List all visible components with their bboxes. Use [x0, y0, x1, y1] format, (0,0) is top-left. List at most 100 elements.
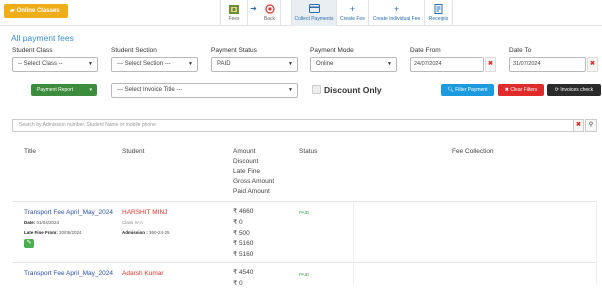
late-fine-from-label: Late Fine From:: [24, 230, 58, 235]
fee-date-label: Date:: [24, 220, 36, 225]
student-class: Class IV-A: [122, 220, 144, 225]
clear-filters-label: Clear Filters: [510, 87, 538, 93]
student-class-label: Student Class: [12, 47, 53, 54]
search-input[interactable]: Search by Admission number, Student Name…: [12, 119, 584, 132]
plus-icon: +: [349, 4, 356, 14]
clear-search-button[interactable]: ✖: [573, 119, 584, 132]
search-icon: ⚲: [588, 122, 594, 128]
payment-report-button[interactable]: Payment Report ▾: [31, 84, 97, 96]
fee-date: Date: 01/04/2024: [24, 220, 59, 225]
date-to-input[interactable]: 31/07/2024: [509, 57, 586, 72]
clear-filters-button[interactable]: ✖ Clear Filters: [498, 84, 544, 96]
invoices-check-button[interactable]: ⟳ Invoices check: [547, 84, 601, 96]
plus-icon: +: [393, 4, 400, 14]
date-from-input[interactable]: 24/07/2024: [410, 57, 484, 72]
col-student-header: Student: [122, 148, 145, 155]
fee-title-link[interactable]: Transport Fee April_May_2024: [24, 209, 113, 216]
student-section-label: Student Section: [111, 47, 157, 54]
col-discount-header: Discount: [233, 158, 259, 166]
student-class-value: -- Select Class --: [18, 61, 63, 67]
payment-mode-value: Online: [316, 61, 334, 67]
fee-collection-cell: [353, 202, 597, 262]
online-classes-button[interactable]: ▰ Online Classes: [4, 4, 68, 18]
payment-mode-label: Payment Mode: [310, 47, 354, 54]
page-title: All payment fees: [11, 33, 74, 43]
payment-mode-select[interactable]: Online ▼: [310, 57, 397, 72]
clear-date-to-button[interactable]: ✖: [587, 57, 598, 72]
arrow-right-icon: ➜: [250, 4, 257, 13]
refresh-icon: ⟳: [554, 87, 559, 93]
online-classes-label: Online Classes: [16, 8, 60, 14]
discount-only-checkbox[interactable]: [312, 85, 321, 94]
student-section-value: --- Select Section ---: [117, 61, 171, 67]
late-fine-from: Late Fine From: 20/05/2024: [24, 230, 82, 235]
close-icon: ✖: [504, 87, 509, 93]
receipts-icon: [425, 4, 452, 14]
tab-create-fee-label: Create Fee: [339, 16, 365, 22]
chevron-down-icon: ▼: [188, 61, 193, 67]
tab-fees[interactable]: Fees: [220, 0, 248, 26]
discount-only-label: Discount Only: [324, 85, 382, 95]
tab-receipts-label: Receipts: [428, 16, 449, 22]
search-button[interactable]: ⚲: [585, 119, 597, 132]
payment-status-select[interactable]: PAID ▼: [211, 57, 298, 72]
student-name[interactable]: Adarsh Kumar: [122, 270, 164, 277]
tab-create-fee[interactable]: + Create Fee: [337, 0, 369, 26]
col-amount-header-group: Amount Discount Late Fine Gross Amount P…: [233, 147, 274, 197]
discount-value: ₹ 0: [233, 218, 243, 226]
date-to-label: Date To: [509, 47, 532, 54]
payment-status-label: Payment Status: [211, 47, 257, 54]
status-badge: PAID: [299, 272, 310, 277]
tab-back-label: Back: [263, 16, 276, 22]
col-gross-amount-header: Gross Amount: [233, 178, 275, 186]
col-paid-amount-header: Paid Amount: [233, 188, 270, 196]
student-name[interactable]: HARSHIT MINJ: [122, 209, 167, 216]
admission-value: 360-24-25: [149, 230, 170, 235]
payment-status-value: PAID: [217, 61, 231, 67]
chevron-down-icon: ▼: [88, 61, 93, 67]
amount-stack: ₹ 4540 ₹ 0: [233, 268, 253, 290]
student-admission: Admission : 360-24-25: [122, 230, 170, 235]
chevron-down-icon: ▼: [288, 87, 293, 93]
filter-payment-label: Filter Payment: [455, 87, 488, 93]
chevron-down-icon: ▼: [387, 61, 392, 67]
tab-collect-payments-label: Collect Payments: [294, 16, 334, 22]
student-section-select[interactable]: --- Select Section --- ▼: [111, 57, 198, 72]
amount-value: ₹ 4540: [233, 269, 254, 276]
invoices-check-label: Invoices check: [560, 87, 594, 93]
fee-date-value: 01/04/2024: [36, 220, 60, 225]
amount-value: ₹ 4660: [233, 208, 254, 215]
invoice-title-select[interactable]: --- Select Invoice Title --- ▼: [111, 83, 298, 98]
tab-fees-label: Fees: [228, 16, 240, 22]
student-class-select[interactable]: -- Select Class -- ▼: [12, 57, 98, 72]
fees-icon: [221, 4, 247, 14]
late-fine-from-value: 20/05/2024: [59, 230, 82, 235]
tab-create-individual-fee-label: Create Individual Fee: [372, 16, 421, 22]
video-icon: ▰: [10, 8, 15, 14]
late-fine-value: ₹ 500: [233, 229, 250, 237]
status-badge: PAID: [299, 210, 310, 215]
admission-label: Admission :: [122, 230, 148, 235]
tab-collect-payments[interactable]: Collect Payments: [291, 0, 337, 26]
tab-receipts[interactable]: Receipts: [425, 0, 453, 26]
edit-fee-button[interactable]: ✎: [24, 239, 34, 248]
collect-payments-icon: [292, 4, 336, 14]
discount-value: ₹ 0: [233, 279, 243, 287]
paid-amount-value: ₹ 5160: [233, 251, 254, 259]
col-title-header: Title: [24, 148, 37, 155]
col-late-fine-header: Late Fine: [233, 168, 261, 176]
col-status-header: Status: [299, 148, 318, 155]
col-amount-header: Amount: [233, 148, 256, 155]
back-icon: [259, 4, 280, 14]
clear-date-from-button[interactable]: ✖: [485, 57, 496, 72]
tab-back[interactable]: Back: [259, 0, 281, 26]
fee-title-link[interactable]: Transport Fee April_May_2024: [24, 270, 113, 277]
date-from-label: Date From: [410, 47, 441, 54]
chevron-down-icon: ▼: [288, 61, 293, 67]
tab-create-individual-fee[interactable]: + Create Individual Fee: [369, 0, 425, 26]
pencil-icon: ✎: [26, 240, 32, 246]
invoice-title-value: --- Select Invoice Title ---: [117, 87, 183, 93]
filter-payment-button[interactable]: 🔍︎ Filter Payment: [441, 84, 494, 96]
col-fee-collection-header: Fee Collection: [452, 148, 494, 155]
search-icon: 🔍︎: [447, 87, 454, 93]
